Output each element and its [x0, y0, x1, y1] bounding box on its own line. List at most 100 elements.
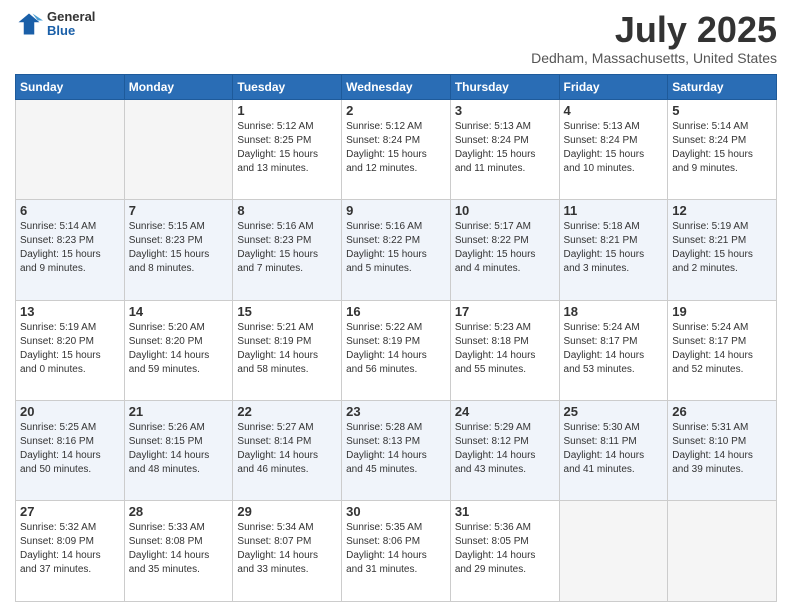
day-info: Sunrise: 5:20 AM Sunset: 8:20 PM Dayligh… — [129, 321, 229, 377]
day-number: 22 — [237, 404, 337, 419]
day-info: Sunrise: 5:16 AM Sunset: 8:22 PM Dayligh… — [346, 220, 446, 276]
day-number: 6 — [20, 203, 120, 218]
calendar-table: SundayMondayTuesdayWednesdayThursdayFrid… — [15, 74, 777, 602]
calendar-cell: 7 Sunrise: 5:15 AM Sunset: 8:23 PM Daylig… — [124, 200, 233, 300]
day-info: Sunrise: 5:25 AM Sunset: 8:16 PM Dayligh… — [20, 421, 120, 477]
day-number: 3 — [455, 103, 555, 118]
day-number: 11 — [564, 203, 664, 218]
day-number: 21 — [129, 404, 229, 419]
calendar-cell: 22 Sunrise: 5:27 AM Sunset: 8:14 PM Dayli… — [233, 401, 342, 501]
weekday-header: Tuesday — [233, 74, 342, 99]
calendar-week-row: 1 Sunrise: 5:12 AM Sunset: 8:25 PM Daylig… — [16, 99, 777, 199]
calendar-cell — [16, 99, 125, 199]
calendar-cell: 21 Sunrise: 5:26 AM Sunset: 8:15 PM Dayli… — [124, 401, 233, 501]
calendar-cell: 1 Sunrise: 5:12 AM Sunset: 8:25 PM Daylig… — [233, 99, 342, 199]
day-info: Sunrise: 5:14 AM Sunset: 8:23 PM Dayligh… — [20, 220, 120, 276]
day-info: Sunrise: 5:24 AM Sunset: 8:17 PM Dayligh… — [564, 321, 664, 377]
day-info: Sunrise: 5:32 AM Sunset: 8:09 PM Dayligh… — [20, 521, 120, 577]
calendar-cell: 25 Sunrise: 5:30 AM Sunset: 8:11 PM Dayli… — [559, 401, 668, 501]
day-number: 14 — [129, 304, 229, 319]
calendar-cell — [124, 99, 233, 199]
day-number: 7 — [129, 203, 229, 218]
day-number: 4 — [564, 103, 664, 118]
day-info: Sunrise: 5:30 AM Sunset: 8:11 PM Dayligh… — [564, 421, 664, 477]
day-number: 19 — [672, 304, 772, 319]
calendar-cell: 2 Sunrise: 5:12 AM Sunset: 8:24 PM Daylig… — [342, 99, 451, 199]
calendar-cell: 10 Sunrise: 5:17 AM Sunset: 8:22 PM Dayli… — [450, 200, 559, 300]
weekday-header: Sunday — [16, 74, 125, 99]
calendar-cell: 29 Sunrise: 5:34 AM Sunset: 8:07 PM Dayli… — [233, 501, 342, 602]
logo-blue: Blue — [47, 24, 95, 38]
day-info: Sunrise: 5:13 AM Sunset: 8:24 PM Dayligh… — [564, 120, 664, 176]
calendar-cell: 17Sunrise: 5:23 AM Sunset: 8:18 PM Dayli… — [450, 300, 559, 400]
calendar-cell: 6 Sunrise: 5:14 AM Sunset: 8:23 PM Daylig… — [16, 200, 125, 300]
calendar-cell: 14 Sunrise: 5:20 AM Sunset: 8:20 PM Dayli… — [124, 300, 233, 400]
day-number: 8 — [237, 203, 337, 218]
calendar-cell: 19Sunrise: 5:24 AM Sunset: 8:17 PM Dayli… — [668, 300, 777, 400]
day-info: Sunrise: 5:34 AM Sunset: 8:07 PM Dayligh… — [237, 521, 337, 577]
day-info: Sunrise: 5:13 AM Sunset: 8:24 PM Dayligh… — [455, 120, 555, 176]
month-title: July 2025 — [531, 10, 777, 50]
day-number: 27 — [20, 504, 120, 519]
day-number: 23 — [346, 404, 446, 419]
day-number: 2 — [346, 103, 446, 118]
calendar-cell: 28 Sunrise: 5:33 AM Sunset: 8:08 PM Dayli… — [124, 501, 233, 602]
day-number: 13 — [20, 304, 120, 319]
day-info: Sunrise: 5:35 AM Sunset: 8:06 PM Dayligh… — [346, 521, 446, 577]
day-number: 12 — [672, 203, 772, 218]
day-info: Sunrise: 5:27 AM Sunset: 8:14 PM Dayligh… — [237, 421, 337, 477]
calendar-cell: 30 Sunrise: 5:35 AM Sunset: 8:06 PM Dayli… — [342, 501, 451, 602]
day-number: 1 — [237, 103, 337, 118]
day-info: Sunrise: 5:17 AM Sunset: 8:22 PM Dayligh… — [455, 220, 555, 276]
weekday-header: Saturday — [668, 74, 777, 99]
day-number: 31 — [455, 504, 555, 519]
day-info: Sunrise: 5:15 AM Sunset: 8:23 PM Dayligh… — [129, 220, 229, 276]
calendar-cell: 18 Sunrise: 5:24 AM Sunset: 8:17 PM Dayli… — [559, 300, 668, 400]
day-info: Sunrise: 5:19 AM Sunset: 8:21 PM Dayligh… — [672, 220, 772, 276]
logo-text: General Blue — [47, 10, 95, 39]
day-info: Sunrise: 5:12 AM Sunset: 8:25 PM Dayligh… — [237, 120, 337, 176]
day-number: 26 — [672, 404, 772, 419]
day-number: 18 — [564, 304, 664, 319]
day-number: 20 — [20, 404, 120, 419]
calendar-week-row: 27 Sunrise: 5:32 AM Sunset: 8:09 PM Dayli… — [16, 501, 777, 602]
calendar-cell: 16Sunrise: 5:22 AM Sunset: 8:19 PM Dayli… — [342, 300, 451, 400]
day-info: Sunrise: 5:14 AM Sunset: 8:24 PM Dayligh… — [672, 120, 772, 176]
day-number: 30 — [346, 504, 446, 519]
day-number: 15 — [237, 304, 337, 319]
weekday-header: Monday — [124, 74, 233, 99]
day-number: 29 — [237, 504, 337, 519]
day-number: 17 — [455, 304, 555, 319]
day-info: Sunrise: 5:28 AM Sunset: 8:13 PM Dayligh… — [346, 421, 446, 477]
calendar-cell — [668, 501, 777, 602]
weekday-header-row: SundayMondayTuesdayWednesdayThursdayFrid… — [16, 74, 777, 99]
day-info: Sunrise: 5:31 AM Sunset: 8:10 PM Dayligh… — [672, 421, 772, 477]
calendar-cell: 24Sunrise: 5:29 AM Sunset: 8:12 PM Dayli… — [450, 401, 559, 501]
day-number: 24 — [455, 404, 555, 419]
day-number: 16 — [346, 304, 446, 319]
calendar-cell: 13Sunrise: 5:19 AM Sunset: 8:20 PM Dayli… — [16, 300, 125, 400]
calendar-week-row: 13Sunrise: 5:19 AM Sunset: 8:20 PM Dayli… — [16, 300, 777, 400]
header: General Blue July 2025 Dedham, Massachus… — [15, 10, 777, 66]
calendar-cell: 15Sunrise: 5:21 AM Sunset: 8:19 PM Dayli… — [233, 300, 342, 400]
day-number: 10 — [455, 203, 555, 218]
day-info: Sunrise: 5:26 AM Sunset: 8:15 PM Dayligh… — [129, 421, 229, 477]
day-number: 28 — [129, 504, 229, 519]
location: Dedham, Massachusetts, United States — [531, 50, 777, 66]
day-info: Sunrise: 5:18 AM Sunset: 8:21 PM Dayligh… — [564, 220, 664, 276]
day-info: Sunrise: 5:33 AM Sunset: 8:08 PM Dayligh… — [129, 521, 229, 577]
logo-icon — [15, 10, 43, 38]
day-number: 25 — [564, 404, 664, 419]
calendar-cell: 27 Sunrise: 5:32 AM Sunset: 8:09 PM Dayli… — [16, 501, 125, 602]
day-number: 5 — [672, 103, 772, 118]
calendar-cell: 12 Sunrise: 5:19 AM Sunset: 8:21 PM Dayli… — [668, 200, 777, 300]
weekday-header: Friday — [559, 74, 668, 99]
day-info: Sunrise: 5:12 AM Sunset: 8:24 PM Dayligh… — [346, 120, 446, 176]
logo-general: General — [47, 10, 95, 24]
calendar-cell: 8 Sunrise: 5:16 AM Sunset: 8:23 PM Daylig… — [233, 200, 342, 300]
day-info: Sunrise: 5:16 AM Sunset: 8:23 PM Dayligh… — [237, 220, 337, 276]
calendar-cell: 11 Sunrise: 5:18 AM Sunset: 8:21 PM Dayli… — [559, 200, 668, 300]
calendar-week-row: 20 Sunrise: 5:25 AM Sunset: 8:16 PM Dayli… — [16, 401, 777, 501]
calendar-cell: 23 Sunrise: 5:28 AM Sunset: 8:13 PM Dayli… — [342, 401, 451, 501]
day-number: 9 — [346, 203, 446, 218]
